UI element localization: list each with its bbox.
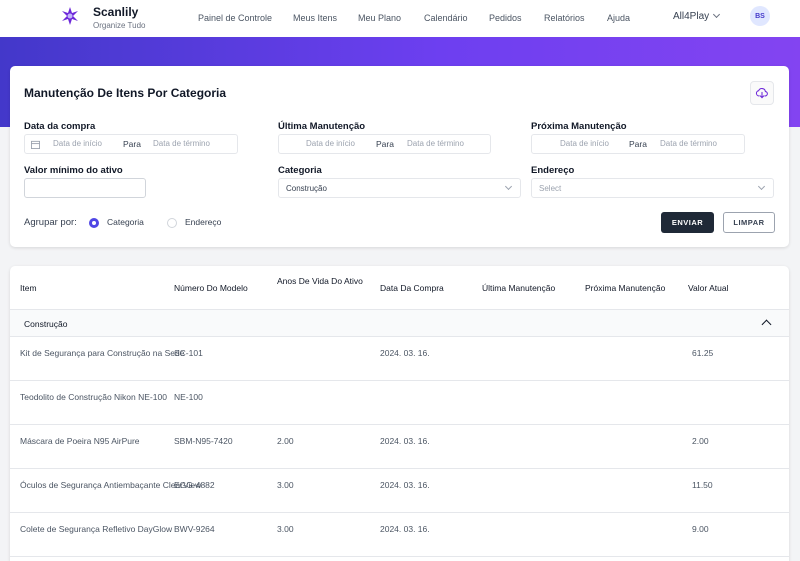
report-table: Item Número Do Modelo Anos De Vida Do At… — [10, 266, 789, 561]
chevron-down-icon — [713, 10, 721, 19]
category-label: Categoria — [278, 165, 322, 176]
next-maintenance-end[interactable]: Data de término — [660, 139, 717, 148]
cell-model: BWV-9264 — [174, 524, 215, 534]
cloud-download-icon — [755, 88, 768, 99]
workspace-selector[interactable]: All4Play — [673, 10, 721, 22]
nav-relatorios[interactable]: Relatórios — [544, 13, 585, 23]
range-separator: Para — [629, 139, 647, 149]
cell-model: NE-100 — [174, 392, 203, 402]
cell-life: 3.00 — [277, 480, 294, 490]
cell-value: 9.00 — [692, 524, 709, 534]
category-group-row[interactable]: Construção — [10, 309, 789, 337]
column-header-purchase-date: Data Da Compra — [380, 283, 444, 293]
nav-meu-plano[interactable]: Meu Plano — [358, 13, 401, 23]
nav-ajuda[interactable]: Ajuda — [607, 13, 630, 23]
last-maintenance-start[interactable]: Data de início — [306, 139, 355, 148]
cell-item: Máscara de Poeira N95 AirPure — [20, 436, 140, 446]
next-maintenance-label: Próxima Manutenção — [531, 121, 627, 132]
group-by-category-label[interactable]: Categoria — [107, 217, 144, 227]
column-header-item: Item — [20, 283, 37, 293]
page-title: Manutenção De Itens Por Categoria — [24, 86, 227, 100]
next-maintenance-range[interactable]: Data de início Para Data de término — [531, 134, 745, 154]
chevron-down-icon — [757, 182, 766, 191]
table-row[interactable]: Colete de Segurança Refletivo DayGlow BW… — [10, 513, 789, 557]
brand-name: Scanlily — [93, 5, 139, 19]
cell-life: 2.00 — [277, 436, 294, 446]
cell-value: 11.50 — [692, 480, 713, 490]
purchase-date-start[interactable]: Data de início — [53, 139, 102, 148]
workspace-name: All4Play — [673, 11, 710, 22]
cell-purchase-date: 2024. 03. 16. — [380, 436, 430, 446]
cell-purchase-date: 2024. 03. 16. — [380, 348, 430, 358]
cell-item: Kit de Segurança para Construção na Sede — [20, 348, 185, 358]
nav-painel-de-controle[interactable]: Painel de Controle — [198, 13, 272, 23]
group-by-address-radio[interactable] — [167, 218, 177, 228]
last-maintenance-end[interactable]: Data de término — [407, 139, 464, 148]
nav-pedidos[interactable]: Pedidos — [489, 13, 522, 23]
table-row[interactable]: Óculos de Segurança Antiembaçante ClearV… — [10, 469, 789, 513]
column-header-last-maintenance: Última Manutenção — [482, 283, 556, 293]
category-select[interactable]: Construção — [278, 178, 521, 198]
last-maintenance-label: Última Manutenção — [278, 121, 366, 132]
clear-button[interactable]: LIMPAR — [723, 212, 775, 233]
last-maintenance-range[interactable]: Data de início Para Data de término — [278, 134, 491, 154]
cell-item: Colete de Segurança Refletivo DayGlow — [20, 524, 173, 534]
group-by-address-label[interactable]: Endereço — [185, 217, 221, 227]
purchase-date-range[interactable]: Data de início Para Data de término — [24, 134, 238, 154]
category-selected-value: Construção — [286, 184, 327, 193]
min-value-label: Valor mínimo do ativo — [24, 165, 123, 176]
purchase-date-end[interactable]: Data de término — [153, 139, 210, 148]
nav-meus-itens[interactable]: Meus Itens — [293, 13, 337, 23]
address-placeholder: Select — [539, 184, 562, 193]
purchase-date-label: Data da compra — [24, 121, 96, 132]
column-header-next-maintenance: Próxima Manutenção — [585, 283, 666, 293]
top-navigation-bar: Scanlily Organize Tudo Painel de Control… — [0, 0, 800, 37]
table-row[interactable]: Kit de Segurança para Construção na Sede… — [10, 337, 789, 381]
group-by-category-radio[interactable] — [89, 218, 99, 228]
next-maintenance-start[interactable]: Data de início — [560, 139, 609, 148]
brand-tagline: Organize Tudo — [93, 21, 146, 30]
range-separator: Para — [123, 139, 141, 149]
download-button[interactable] — [750, 81, 774, 105]
cell-purchase-date: 2024. 03. 16. — [380, 524, 430, 534]
send-button[interactable]: ENVIAR — [661, 212, 714, 233]
nav-calendario[interactable]: Calendário — [424, 13, 468, 23]
cell-model: SBM-N95-7420 — [174, 436, 233, 446]
address-label: Endereço — [531, 165, 575, 176]
chevron-up-icon[interactable] — [761, 319, 772, 330]
chevron-down-icon — [504, 182, 513, 191]
cell-purchase-date: 2024. 03. 16. — [380, 480, 430, 490]
table-row[interactable]: Teodolito de Construção Nikon NE-100 NE-… — [10, 381, 789, 425]
column-header-current-value: Valor Atual — [688, 283, 729, 293]
cell-model: SC-101 — [174, 348, 203, 358]
user-avatar[interactable]: BS — [750, 6, 770, 26]
table-row[interactable]: Máscara de Poeira N95 AirPure SBM-N95-74… — [10, 425, 789, 469]
cell-life: 3.00 — [277, 524, 294, 534]
column-header-life: Anos De Vida Do Ativo — [277, 276, 363, 286]
range-separator: Para — [376, 139, 394, 149]
group-by-label: Agrupar por: — [24, 217, 77, 228]
scanlily-logo-icon[interactable] — [60, 6, 80, 26]
report-filter-card: Manutenção De Itens Por Categoria Data d… — [10, 66, 789, 247]
cell-value: 2.00 — [692, 436, 709, 446]
address-select[interactable]: Select — [531, 178, 774, 198]
group-name: Construção — [24, 319, 68, 329]
cell-value: 61.25 — [692, 348, 714, 358]
min-value-input[interactable] — [24, 178, 146, 198]
cell-model: EGG-4882 — [174, 480, 215, 490]
cell-item: Teodolito de Construção Nikon NE-100 — [20, 392, 167, 402]
column-header-model: Número Do Modelo — [174, 283, 248, 293]
calendar-icon — [31, 140, 40, 149]
